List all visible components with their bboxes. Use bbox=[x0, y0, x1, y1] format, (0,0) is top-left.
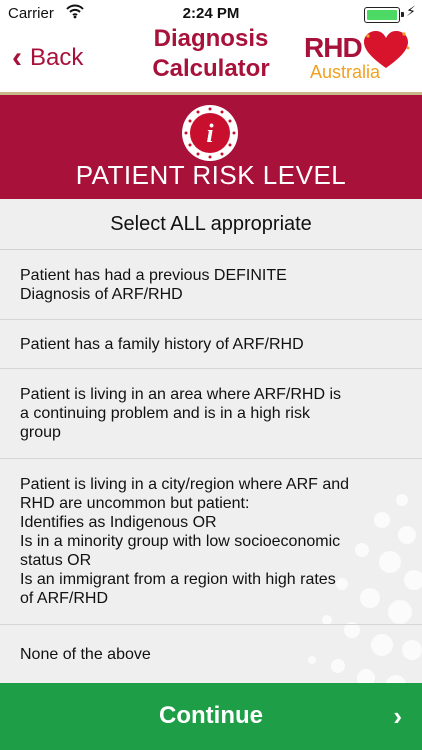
option-label: Patient has a family history of ARF/RHD bbox=[20, 335, 304, 353]
logo-australia-text: Australia bbox=[310, 62, 381, 82]
status-time: 2:24 PM bbox=[182, 5, 240, 22]
back-button[interactable]: ‹ Back bbox=[12, 36, 83, 80]
banner-title: PATIENT RISK LEVEL bbox=[75, 160, 347, 190]
option-label: Patient is living in a city/region where… bbox=[20, 476, 350, 607]
chevron-left-icon: ‹ bbox=[12, 41, 22, 74]
info-icon-letter: i bbox=[206, 119, 214, 148]
option-label: Patient has had a previous DEFINITE Diag… bbox=[20, 266, 287, 303]
option-previous-diagnosis[interactable]: Patient has had a previous DEFINITE Diag… bbox=[0, 250, 422, 320]
navigation-bar: ‹ Back Diagnosis Calculator RHD Australi… bbox=[0, 25, 422, 95]
continue-label: Continue bbox=[159, 702, 263, 729]
list-header: Select ALL appropriate bbox=[0, 199, 422, 250]
option-none-of-the-above[interactable]: None of the above bbox=[0, 625, 422, 683]
title-line-2: Calculator bbox=[152, 55, 270, 82]
option-family-history[interactable]: Patient has a family history of ARF/RHD bbox=[0, 320, 422, 369]
option-label: Patient is living in an area where ARF/R… bbox=[20, 386, 342, 441]
rhd-australia-logo: RHD Australia bbox=[304, 30, 414, 86]
charging-bolt-icon: ⚡ bbox=[406, 3, 416, 19]
info-icon[interactable]: i bbox=[182, 105, 238, 161]
page-title: Diagnosis Calculator bbox=[140, 24, 282, 84]
chevron-right-icon: › bbox=[393, 701, 402, 731]
risk-level-list: Select ALL appropriate Patient has had a… bbox=[0, 199, 422, 683]
header-banner: i PATIENT RISK LEVEL bbox=[0, 95, 422, 199]
battery-icon bbox=[364, 7, 404, 23]
title-line-1: Diagnosis bbox=[153, 25, 269, 52]
logo-rhd-text: RHD bbox=[304, 32, 363, 63]
continue-button[interactable]: Continue › bbox=[0, 683, 422, 750]
back-label: Back bbox=[30, 44, 84, 71]
option-low-risk-region-criteria[interactable]: Patient is living in a city/region where… bbox=[0, 459, 422, 625]
option-label: None of the above bbox=[20, 645, 151, 663]
option-high-risk-area[interactable]: Patient is living in an area where ARF/R… bbox=[0, 369, 422, 459]
